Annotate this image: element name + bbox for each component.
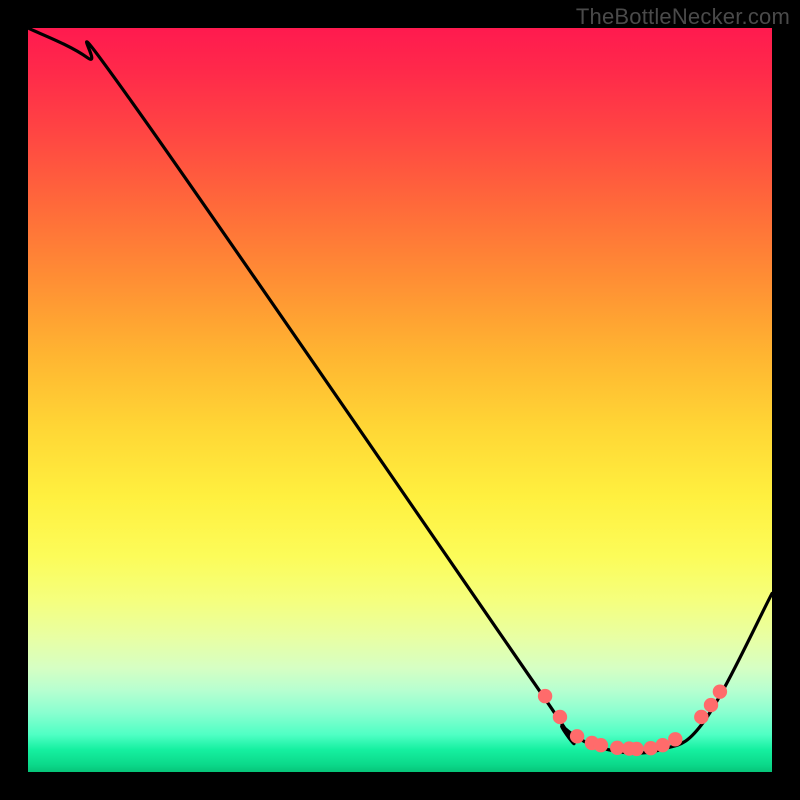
data-marker bbox=[570, 729, 584, 743]
data-marker bbox=[704, 698, 718, 712]
marker-group bbox=[538, 684, 727, 756]
curve-svg bbox=[28, 28, 772, 772]
data-marker bbox=[553, 710, 567, 724]
data-marker bbox=[629, 742, 643, 756]
data-marker bbox=[655, 738, 669, 752]
chart-stage: TheBottleNecker.com bbox=[0, 0, 800, 800]
data-marker bbox=[538, 689, 552, 703]
data-marker bbox=[694, 710, 708, 724]
watermark-text: TheBottleNecker.com bbox=[576, 4, 790, 30]
data-marker bbox=[594, 738, 608, 752]
data-marker bbox=[713, 684, 727, 698]
plot-area bbox=[28, 28, 772, 772]
bottleneck-curve bbox=[28, 28, 772, 753]
data-marker bbox=[668, 732, 682, 746]
